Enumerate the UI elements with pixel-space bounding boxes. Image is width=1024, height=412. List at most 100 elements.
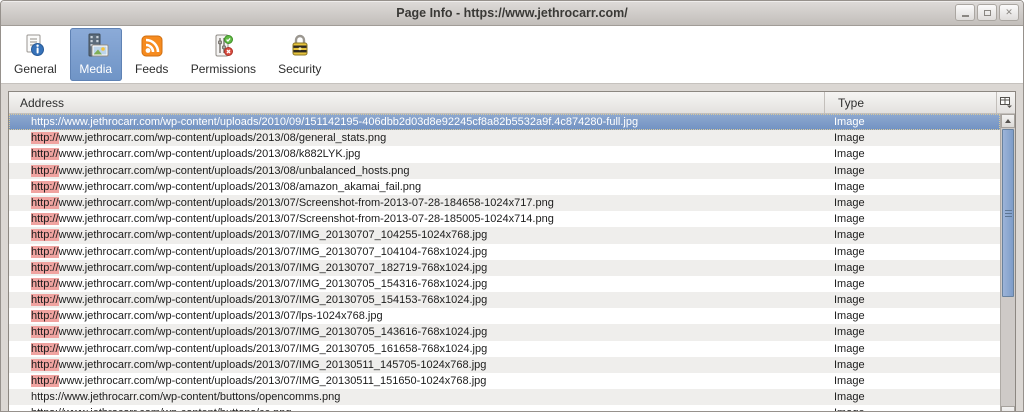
address-cell: http://www.jethrocarr.com/wp-content/upl… [31, 245, 488, 258]
type-cell: Image [834, 391, 865, 404]
insecure-scheme-highlight: http:// [31, 245, 59, 258]
thumb-grip [1004, 212, 1012, 214]
lock-icon [287, 33, 313, 59]
address-cell: http://www.jethrocarr.com/wp-content/upl… [31, 277, 488, 290]
table-row[interactable]: https://www.jethrocarr.com/wp-content/bu… [9, 389, 1000, 406]
tab-feeds-label: Feeds [135, 62, 169, 76]
table-row[interactable]: https://www.jethrocarr.com/wp-content/up… [9, 114, 1000, 131]
table-body: https://www.jethrocarr.com/wp-content/up… [9, 114, 1000, 411]
type-cell: Image [824, 405, 1000, 411]
address-cell: http://www.jethrocarr.com/wp-content/upl… [31, 196, 554, 209]
rss-icon [139, 33, 165, 59]
address-cell: http://www.jethrocarr.com/wp-content/upl… [31, 310, 383, 323]
table-row[interactable]: http://www.jethrocarr.com/wp-content/upl… [9, 324, 1000, 341]
maximize-button[interactable] [977, 4, 997, 21]
table-row[interactable]: http://www.jethrocarr.com/wp-content/upl… [9, 292, 1000, 309]
column-picker-button[interactable] [996, 92, 1015, 113]
tab-security[interactable]: Security [269, 28, 330, 81]
table-row[interactable]: http://www.jethrocarr.com/wp-content/upl… [9, 162, 1000, 179]
close-button[interactable]: ✕ [999, 4, 1019, 21]
table-row[interactable]: http://www.jethrocarr.com/wp-content/upl… [9, 178, 1000, 195]
insecure-scheme-highlight: http:// [31, 229, 59, 242]
type-cell: Image [834, 116, 865, 128]
address-cell: http://www.jethrocarr.com/wp-content/upl… [31, 164, 410, 177]
type-cell: Image [834, 132, 865, 145]
vertical-scrollbar[interactable] [1000, 114, 1015, 411]
minimize-button[interactable] [955, 4, 975, 21]
insecure-scheme-highlight: http:// [31, 294, 59, 307]
insecure-scheme-highlight: http:// [31, 261, 59, 274]
close-icon: ✕ [1005, 7, 1013, 17]
type-cell: Image [834, 213, 865, 226]
type-cell: Image [834, 277, 865, 290]
insecure-scheme-highlight: http:// [31, 196, 59, 209]
table-row[interactable]: http://www.jethrocarr.com/wp-content/upl… [9, 146, 1000, 163]
insecure-scheme-highlight: http:// [31, 148, 59, 161]
type-cell: Image [834, 148, 865, 161]
table-row[interactable]: http://www.jethrocarr.com/wp-content/upl… [9, 275, 1000, 293]
insecure-scheme-highlight: http:// [31, 180, 59, 193]
column-header-type[interactable]: Type [824, 92, 996, 113]
tab-media[interactable]: Media [69, 28, 122, 81]
address-cell: http://www.jethrocarr.com/wp-content/upl… [31, 213, 554, 226]
type-cell: Image [834, 375, 865, 387]
scroll-down-button[interactable] [1001, 406, 1015, 411]
arrow-up-icon [1005, 119, 1011, 123]
scroll-up-button[interactable] [1001, 114, 1015, 128]
tab-security-label: Security [278, 62, 322, 76]
tab-media-label: Media [79, 62, 113, 76]
table-row[interactable]: http://www.jethrocarr.com/wp-content/upl… [9, 243, 1000, 260]
thumb-grip [1004, 209, 1012, 211]
address-cell: http://www.jethrocarr.com/wp-content/upl… [31, 342, 488, 355]
column-header-address[interactable]: Address [9, 92, 824, 113]
table-row[interactable]: http://www.jethrocarr.com/wp-content/upl… [9, 308, 1000, 325]
type-cell: Image [834, 196, 865, 209]
insecure-scheme-highlight: http:// [31, 358, 59, 371]
type-cell: Image [834, 294, 865, 307]
insecure-scheme-highlight: http:// [31, 342, 59, 355]
type-cell: Image [834, 164, 865, 177]
address-cell: http://www.jethrocarr.com/wp-content/upl… [31, 294, 488, 307]
insecure-scheme-highlight: http:// [31, 310, 59, 323]
page-info-window: Page Info - https://www.jethrocarr.com/ … [0, 0, 1024, 412]
address-cell: http://www.jethrocarr.com/wp-content/upl… [31, 132, 387, 145]
table-row[interactable]: http://www.jethrocarr.com/wp-content/upl… [9, 340, 1000, 357]
scrollbar-thumb[interactable] [1002, 129, 1014, 297]
table-row[interactable]: http://www.jethrocarr.com/wp-content/upl… [9, 373, 1000, 390]
type-cell: Image [834, 229, 865, 242]
table-row[interactable]: http://www.jethrocarr.com/wp-content/upl… [9, 194, 1000, 212]
tab-general[interactable]: General [5, 28, 66, 81]
address-cell: https://www.jethrocarr.com/wp-content/bu… [9, 405, 824, 411]
address-cell: https://www.jethrocarr.com/wp-content/up… [31, 116, 639, 128]
tab-permissions[interactable]: Permissions [182, 28, 265, 81]
insecure-scheme-highlight: http:// [31, 326, 59, 339]
column-picker-icon [1000, 97, 1012, 108]
type-cell: Image [834, 261, 865, 274]
type-cell: Image [834, 310, 865, 323]
address-cell: http://www.jethrocarr.com/wp-content/upl… [31, 375, 487, 387]
address-cell: http://www.jethrocarr.com/wp-content/upl… [31, 229, 488, 242]
type-cell: Image [834, 342, 865, 355]
address-cell: http://www.jethrocarr.com/wp-content/upl… [31, 261, 488, 274]
window-controls: ✕ [955, 4, 1019, 21]
type-cell: Image [834, 358, 865, 371]
maximize-icon [983, 9, 991, 16]
table-row[interactable]: http://www.jethrocarr.com/wp-content/upl… [9, 211, 1000, 228]
address-cell: https://www.jethrocarr.com/wp-content/bu… [31, 391, 341, 404]
type-cell: Image [834, 180, 865, 193]
toolbar: General Media Feeds Permissions Security [1, 26, 1023, 84]
address-cell: http://www.jethrocarr.com/wp-content/upl… [31, 148, 361, 161]
media-icon [83, 33, 109, 59]
insecure-scheme-highlight: http:// [31, 375, 59, 387]
address-cell: http://www.jethrocarr.com/wp-content/upl… [31, 180, 422, 193]
table-row[interactable]: https://www.jethrocarr.com/wp-content/bu… [9, 405, 1000, 411]
info-document-icon [22, 33, 48, 59]
tab-feeds[interactable]: Feeds [126, 28, 178, 81]
table-row[interactable]: http://www.jethrocarr.com/wp-content/upl… [9, 227, 1000, 244]
thumb-grip [1004, 215, 1012, 217]
table-row[interactable]: http://www.jethrocarr.com/wp-content/upl… [9, 259, 1000, 276]
table-row[interactable]: http://www.jethrocarr.com/wp-content/upl… [9, 356, 1000, 373]
window-title: Page Info - https://www.jethrocarr.com/ [396, 6, 628, 20]
titlebar[interactable]: Page Info - https://www.jethrocarr.com/ … [1, 1, 1023, 26]
table-row[interactable]: http://www.jethrocarr.com/wp-content/upl… [9, 130, 1000, 147]
